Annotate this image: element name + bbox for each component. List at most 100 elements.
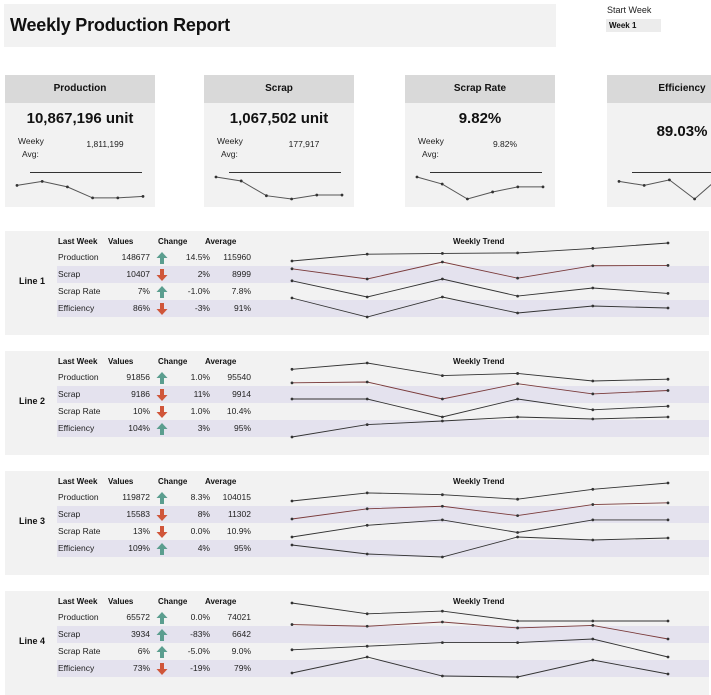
kpi-avg-label-line2: Avg: [22,149,39,159]
kpi-card-scrap: Scrap 1,067,502 unit Weeky Avg: 177,917 [204,75,354,207]
trend-point [666,637,670,641]
trend-point [591,408,595,412]
trend-point [441,419,444,423]
trend-point [365,423,369,426]
trend-point [365,252,369,256]
kpi-avg-label: Weeky Avg: [217,135,243,161]
weekly-trend-chart [290,601,670,679]
kpi-card-efficiency: Efficiency 89.03% [607,75,711,207]
kpi-total-value: 9.82% [458,110,502,127]
trend-point [666,501,670,505]
sparkline-point [141,194,145,198]
sparkline-point [315,193,319,197]
kpi-title: Production [5,75,155,103]
start-week-select[interactable]: Week 1 [606,19,661,32]
kpi-title: Efficiency [607,75,711,103]
trend-point [290,671,294,675]
trend-point [441,374,444,377]
weekly-trend-chart [290,241,670,319]
trend-point [591,286,595,290]
sparkline-point [466,197,469,201]
kpi-sparkline [214,175,344,201]
kpi-divider [30,172,142,173]
trend-point [365,507,369,511]
trend-point [516,311,519,315]
trend-line-scrap [291,381,669,400]
trend-point [591,518,595,522]
trend-point [290,381,294,385]
trend-point [365,644,369,648]
trend-point [591,503,595,506]
trend-line-scrap-rate [291,278,669,298]
weekly-trend-chart [290,481,670,559]
trend-point [441,620,444,624]
trend-point [290,367,294,371]
trend-point [365,552,369,556]
kpi-divider [430,172,542,173]
trend-point [516,497,519,501]
trend-point [441,415,444,419]
trend-point [666,518,670,522]
trend-point [290,296,294,300]
sparkline-point [541,185,545,189]
sparkline-point [214,175,218,179]
trend-point [666,415,670,419]
trend-point [516,276,519,280]
trend-point [516,251,519,255]
kpi-avg-label: Weeky Avg: [18,135,44,161]
trend-line-efficiency [291,416,669,438]
trend-line-scrap [291,502,669,520]
trend-point [290,535,294,539]
sparkline-point [693,197,696,201]
trend-point [290,267,294,271]
trend-point [666,306,670,310]
trend-line-production [291,242,669,262]
line-panel-3: Line 3 Last Week Values Change Average Weekly… [5,471,709,575]
trend-point [516,641,519,644]
sparkline-point [642,183,646,187]
trend-point [516,294,519,298]
trend-point [290,517,294,521]
kpi-sparkline [617,178,711,201]
sparkline-path [618,179,711,200]
trend-line-scrap-rate [291,519,668,538]
kpi-total-value: 1,067,502 unit [229,110,329,127]
trend-point [666,481,670,485]
sparkline-point [116,196,120,200]
trend-point [591,487,595,491]
trend-point [666,672,670,676]
trend-point [365,397,369,401]
trend-point [666,241,670,245]
trend-line-scrap [291,621,669,640]
kpi-avg-label-line1: Weeky [418,136,444,146]
sparkline-point [668,178,671,182]
trend-line-production [291,362,669,382]
trend-line-scrap-rate [291,638,669,658]
kpi-total-value: 89.03% [656,123,708,140]
trend-point [516,382,519,386]
trend-line-production [291,602,668,622]
kpi-sparkline [15,180,145,200]
kpi-divider [632,172,711,173]
trend-point [666,536,670,540]
trend-point [666,377,670,381]
weekly-trend-chart [290,361,670,439]
trend-point [591,264,595,268]
line-panel-2: Line 2 Last Week Values Change Average Weekly… [5,351,709,455]
kpi-card-production: Production 10,867,196 unit Weeky Avg: 1,… [5,75,155,207]
trend-point [365,361,369,365]
kpi-avg-value: 9.82% [492,139,518,149]
trend-point [365,295,369,299]
sparkline-path [16,180,144,199]
kpi-avg-label: Weeky Avg: [418,135,444,161]
trend-point [666,264,670,267]
trend-point [441,277,444,281]
kpi-total-value: 10,867,196 unit [26,110,134,127]
start-week-label: Start Week [607,5,652,15]
kpi-card-scrap-rate: Scrap Rate 9.82% Weeky Avg: 9.82% [405,75,555,207]
trend-point [441,295,444,299]
trend-line-efficiency [291,536,669,558]
line-panel-1: Line 1 Last Week Values Change Average Weekly… [5,231,709,335]
trend-point [441,555,444,559]
kpi-sparkline [415,175,545,201]
